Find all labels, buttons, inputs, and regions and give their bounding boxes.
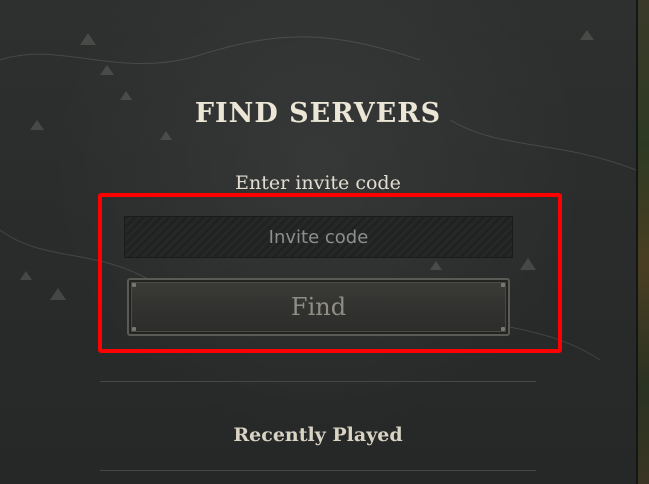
find-servers-panel: FIND SERVERS Enter invite code Find Rece… (0, 0, 638, 484)
background-edge (638, 0, 649, 484)
find-servers-screen: FIND SERVERS Enter invite code Find Rece… (0, 0, 649, 484)
invite-code-label: Enter invite code (235, 172, 401, 194)
section-divider (100, 470, 536, 471)
page-title: FIND SERVERS (194, 98, 442, 129)
section-divider (100, 381, 536, 382)
highlight-box (98, 193, 562, 353)
recently-played-heading: Recently Played (233, 424, 403, 446)
